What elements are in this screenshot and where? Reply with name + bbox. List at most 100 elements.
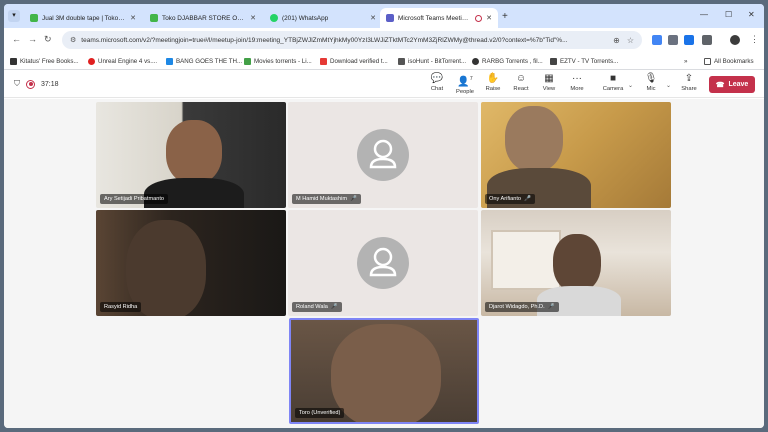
- back-button[interactable]: ←: [12, 34, 21, 44]
- participant-tile[interactable]: Djarot Widagdo, Ph.D. 🎤: [481, 210, 671, 316]
- bookmark-star-icon[interactable]: ☆: [627, 36, 634, 45]
- install-app-icon[interactable]: ⊕: [613, 36, 620, 45]
- react-label: React: [513, 86, 529, 92]
- virtual-background-window: [491, 230, 561, 290]
- participant-tile[interactable]: Roland Wala 🎤: [288, 210, 478, 316]
- camera-button[interactable]: ■ Camera: [598, 73, 628, 93]
- bookmark-item[interactable]: isoHunt - BitTorrent...: [398, 55, 466, 67]
- participant-tile[interactable]: Ony Arifianto 🎤: [481, 102, 671, 208]
- raise-hand-button[interactable]: ✋ Raise: [478, 73, 508, 93]
- bookmark-item[interactable]: Movies torrents - Li...: [244, 55, 312, 67]
- bookmark-label: isoHunt - BitTorrent...: [408, 57, 467, 65]
- participant-name: M Hamid Muktashim: [296, 196, 347, 202]
- close-icon[interactable]: ✕: [250, 14, 256, 22]
- chat-button[interactable]: 💬 Chat: [422, 73, 452, 93]
- bookmark-favicon-icon: [166, 57, 173, 65]
- close-icon[interactable]: ✕: [486, 14, 492, 22]
- bookmark-item[interactable]: Unreal Engine 4 vs....: [88, 55, 157, 67]
- people-icon: 👤7: [457, 76, 473, 88]
- mic-muted-icon: 🎤: [524, 196, 531, 202]
- participant-tile-speaking[interactable]: Toro (Unverified): [289, 318, 479, 424]
- bookmarks-overflow-button[interactable]: »: [684, 55, 687, 67]
- share-button[interactable]: ⇪ Share: [674, 73, 704, 93]
- bookmarks-bar: Kitatus' Free Books... Unreal Engine 4 v…: [4, 52, 764, 70]
- tab-strip: ▾ Jual 3M double tape | Tokopedi ✕ Toko …: [4, 4, 764, 28]
- view-icon: ▦: [544, 73, 554, 84]
- leave-button[interactable]: ☎ Leave: [709, 76, 755, 93]
- people-button[interactable]: 👤7 People: [450, 73, 480, 96]
- address-bar[interactable]: ⚙ teams.microsoft.com/v2/?meetingjoin=tr…: [62, 31, 642, 49]
- forward-button[interactable]: →: [28, 34, 37, 44]
- tab-tokopedia-2[interactable]: Toko DJABBAR STORE Online - ✕: [144, 8, 262, 28]
- view-button[interactable]: ▦ View: [534, 73, 564, 93]
- more-button[interactable]: ··· More: [562, 73, 592, 93]
- minimize-button[interactable]: —: [700, 10, 708, 19]
- participant-nametag: Ony Arifianto 🎤: [485, 194, 535, 204]
- mic-muted-icon: 🎤: [330, 304, 338, 310]
- extensions-puzzle-icon[interactable]: [702, 35, 712, 45]
- bookmark-item[interactable]: EZTV - TV Torrents...: [550, 55, 618, 67]
- new-tab-button[interactable]: +: [502, 11, 508, 22]
- reload-button[interactable]: ↻: [44, 34, 52, 45]
- site-info-icon[interactable]: ⚙: [70, 36, 76, 44]
- all-bookmarks-button[interactable]: All Bookmarks: [704, 55, 754, 67]
- browser-toolbar: ← → ↻ ⚙ teams.microsoft.com/v2/?meetingj…: [4, 28, 764, 52]
- extension-icon[interactable]: [652, 35, 662, 45]
- maximize-button[interactable]: ☐: [725, 10, 732, 19]
- bookmark-item[interactable]: BANG GOES THE TH...: [166, 55, 242, 67]
- view-label: View: [542, 86, 556, 92]
- chat-icon: 💬: [430, 73, 444, 84]
- bookmark-item[interactable]: Kitatus' Free Books...: [10, 55, 79, 67]
- bookmark-favicon-icon: [88, 57, 95, 65]
- participant-face: [331, 324, 441, 422]
- bookmark-favicon-icon: [472, 57, 479, 65]
- tab-tokopedia-1[interactable]: Jual 3M double tape | Tokopedi ✕: [24, 8, 142, 28]
- whatsapp-icon: [270, 14, 278, 22]
- bookmark-item[interactable]: Download verified t...: [320, 55, 388, 67]
- mic-label: Mic: [646, 86, 656, 92]
- bookmark-label: RARBG Torrents , fil...: [482, 57, 543, 65]
- share-label: Share: [681, 86, 697, 92]
- meeting-info: ⛉ 37:18: [14, 79, 59, 89]
- raise-label: Raise: [485, 86, 501, 92]
- extension-icon[interactable]: [668, 35, 678, 45]
- shield-icon[interactable]: ⛉: [14, 79, 20, 89]
- close-icon[interactable]: ✕: [130, 14, 136, 22]
- meeting-timer: 37:18: [41, 80, 59, 88]
- tab-search-button[interactable]: ▾: [8, 10, 20, 22]
- participant-nametag: Toro (Unverified): [295, 408, 345, 418]
- participant-name: Toro (Unverified): [299, 410, 341, 416]
- mic-button[interactable]: 🎙 Mic: [636, 73, 666, 93]
- mic-options-chevron-down-icon[interactable]: ⌄: [666, 82, 671, 89]
- share-icon: ⇪: [684, 73, 694, 84]
- teams-icon: [386, 14, 394, 22]
- close-window-button[interactable]: ✕: [748, 10, 755, 19]
- participant-name: Ary Setijadi Pribatmanto: [104, 196, 165, 202]
- tab-title: Jual 3M double tape | Tokopedi: [42, 14, 127, 22]
- camera-icon: ■: [609, 73, 617, 84]
- tab-title: (201) WhatsApp: [282, 14, 329, 22]
- tab-teams-meeting[interactable]: Microsoft Teams Meeting | ✕: [380, 8, 498, 28]
- react-button[interactable]: ☺ React: [506, 73, 536, 93]
- participant-tile[interactable]: Rasyid Ridha: [96, 210, 286, 316]
- avatar[interactable]: [730, 35, 740, 45]
- camera-options-chevron-down-icon[interactable]: ⌄: [628, 82, 633, 89]
- participant-tile[interactable]: M Hamid Muktashim 🎤: [288, 102, 478, 208]
- bookmark-favicon-icon: [550, 57, 557, 65]
- participant-nametag: Roland Wala 🎤: [292, 302, 342, 312]
- browser-menu-icon[interactable]: ⋮: [750, 34, 759, 45]
- tab-title: Microsoft Teams Meeting |: [398, 14, 472, 22]
- bookmark-label: Kitatus' Free Books...: [20, 57, 79, 65]
- more-label: More: [570, 86, 584, 92]
- bookmark-item[interactable]: RARBG Torrents , fil...: [472, 55, 543, 67]
- close-icon[interactable]: ✕: [370, 14, 376, 22]
- recording-icon: [26, 79, 35, 89]
- default-avatar-icon: [357, 237, 409, 289]
- extension-icon[interactable]: [684, 35, 694, 45]
- participant-face: [553, 234, 601, 292]
- bookmark-label: Movies torrents - Li...: [254, 57, 312, 65]
- bookmark-label: Unreal Engine 4 vs....: [98, 57, 158, 65]
- tab-whatsapp[interactable]: (201) WhatsApp ✕: [264, 8, 382, 28]
- participant-tile[interactable]: Ary Setijadi Pribatmanto: [96, 102, 286, 208]
- mic-muted-icon: 🎤: [547, 304, 555, 310]
